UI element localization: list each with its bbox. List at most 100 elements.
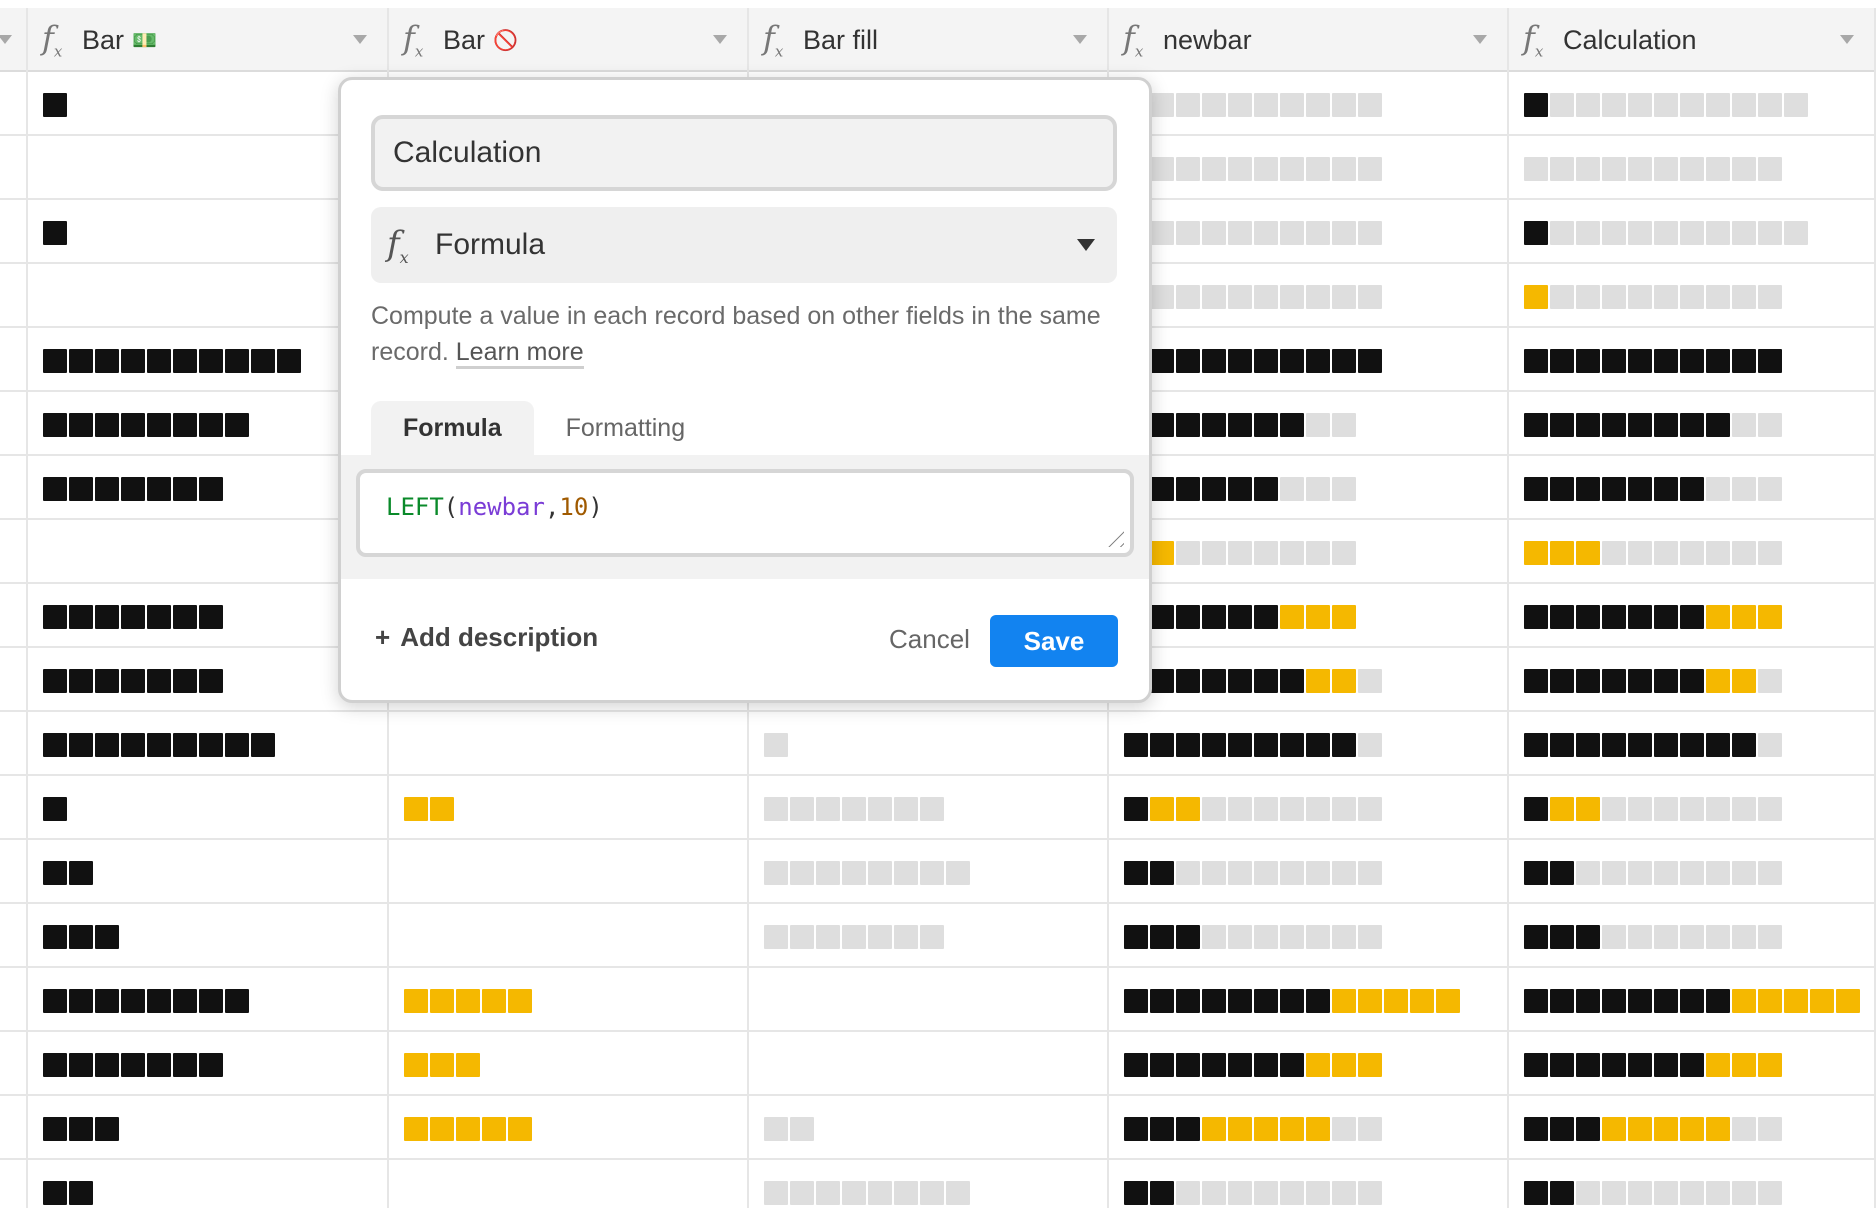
cell-calculation[interactable] [1509, 136, 1876, 200]
cell-calculation[interactable] [1509, 904, 1876, 968]
cell-bar2[interactable] [389, 968, 749, 1032]
table-row[interactable] [0, 776, 1876, 840]
cell-calculation[interactable] [1509, 968, 1876, 1032]
cell-bar[interactable] [28, 72, 389, 136]
black-square-icon [198, 604, 224, 630]
cell-calculation[interactable] [1509, 456, 1876, 520]
cell-calculation[interactable] [1509, 72, 1876, 136]
cell-bar2[interactable] [389, 904, 749, 968]
table-row[interactable] [0, 840, 1876, 904]
tab-formula[interactable]: Formula [371, 401, 534, 455]
cell-bar[interactable] [28, 1160, 389, 1208]
table-row[interactable] [0, 712, 1876, 776]
gray-square-icon [1357, 1180, 1383, 1206]
black-square-icon [94, 1116, 120, 1142]
formula-editor-area: LEFT(newbar,10) [341, 455, 1149, 579]
cell-bar2[interactable] [389, 776, 749, 840]
table-row[interactable] [0, 904, 1876, 968]
cell-barfill[interactable] [749, 1160, 1109, 1208]
cell-newbar[interactable] [1109, 1032, 1509, 1096]
cell-bar[interactable] [28, 328, 389, 392]
cell-bar[interactable] [28, 648, 389, 712]
cell-barfill[interactable] [749, 968, 1109, 1032]
cell-newbar[interactable] [1109, 1096, 1509, 1160]
cell-calculation[interactable] [1509, 264, 1876, 328]
table-row[interactable] [0, 1032, 1876, 1096]
resize-grip-icon[interactable] [1102, 525, 1124, 547]
table-row[interactable] [0, 1160, 1876, 1208]
cell-barfill[interactable] [749, 1032, 1109, 1096]
cell-barfill[interactable] [749, 840, 1109, 904]
cell-newbar[interactable] [1109, 328, 1509, 392]
cell-bar[interactable] [28, 776, 389, 840]
cell-newbar[interactable] [1109, 72, 1509, 136]
cell-newbar[interactable] [1109, 904, 1509, 968]
black-square-icon [1575, 412, 1601, 438]
gray-square-icon [1653, 860, 1679, 886]
cell-bar[interactable] [28, 904, 389, 968]
cell-bar2[interactable] [389, 1096, 749, 1160]
cell-calculation[interactable] [1509, 392, 1876, 456]
cell-newbar[interactable] [1109, 200, 1509, 264]
cell-calculation[interactable] [1509, 648, 1876, 712]
cell-bar[interactable] [28, 392, 389, 456]
cell-newbar[interactable] [1109, 968, 1509, 1032]
cell-bar[interactable] [28, 136, 389, 200]
cell-bar[interactable] [28, 200, 389, 264]
gray-square-icon [1357, 860, 1383, 886]
cell-calculation[interactable] [1509, 776, 1876, 840]
cell-newbar[interactable] [1109, 136, 1509, 200]
cell-bar[interactable] [28, 840, 389, 904]
cell-bar2[interactable] [389, 1160, 749, 1208]
cell-barfill[interactable] [749, 904, 1109, 968]
black-square-icon [1601, 604, 1627, 630]
cell-bar[interactable] [28, 456, 389, 520]
cell-calculation[interactable] [1509, 1160, 1876, 1208]
gray-square-icon [1757, 156, 1783, 182]
learn-more-link[interactable]: Learn more [455, 338, 584, 369]
cell-calculation[interactable] [1509, 584, 1876, 648]
cell-newbar[interactable] [1109, 712, 1509, 776]
cell-calculation[interactable] [1509, 328, 1876, 392]
field-type-select[interactable]: fx Formula [371, 207, 1117, 283]
add-description-button[interactable]: + Add description [375, 622, 598, 653]
cell-bar[interactable] [28, 968, 389, 1032]
cell-barfill[interactable] [749, 712, 1109, 776]
cell-newbar[interactable] [1109, 392, 1509, 456]
cell-newbar[interactable] [1109, 520, 1509, 584]
cell-calculation[interactable] [1509, 840, 1876, 904]
cell-bar[interactable] [28, 264, 389, 328]
cell-newbar[interactable] [1109, 840, 1509, 904]
cell-bar[interactable] [28, 584, 389, 648]
cell-newbar[interactable] [1109, 584, 1509, 648]
cell-bar[interactable] [28, 1096, 389, 1160]
cell-newbar[interactable] [1109, 648, 1509, 712]
gray-square-icon [867, 924, 893, 950]
field-name-input[interactable] [371, 115, 1117, 191]
cancel-button[interactable]: Cancel [869, 612, 990, 666]
formula-editor[interactable]: LEFT(newbar,10) [356, 469, 1134, 557]
cell-bar2[interactable] [389, 1032, 749, 1096]
cell-barfill[interactable] [749, 776, 1109, 840]
cell-calculation[interactable] [1509, 520, 1876, 584]
cell-bar2[interactable] [389, 712, 749, 776]
cell-calculation[interactable] [1509, 200, 1876, 264]
table-row[interactable] [0, 968, 1876, 1032]
cell-bar[interactable] [28, 520, 389, 584]
cell-newbar[interactable] [1109, 456, 1509, 520]
cell-newbar[interactable] [1109, 776, 1509, 840]
cell-bar2[interactable] [389, 840, 749, 904]
cell-calculation[interactable] [1509, 712, 1876, 776]
cell-calculation[interactable] [1509, 1032, 1876, 1096]
table-row[interactable] [0, 1096, 1876, 1160]
cell-bar[interactable] [28, 712, 389, 776]
cell-calculation[interactable] [1509, 1096, 1876, 1160]
gray-square-icon [1679, 156, 1705, 182]
tab-formatting[interactable]: Formatting [534, 401, 717, 455]
save-button[interactable]: Save [990, 615, 1118, 667]
cell-bar[interactable] [28, 1032, 389, 1096]
cell-barfill[interactable] [749, 1096, 1109, 1160]
cell-newbar[interactable] [1109, 264, 1509, 328]
yellow-square-icon [1409, 988, 1435, 1014]
cell-newbar[interactable] [1109, 1160, 1509, 1208]
